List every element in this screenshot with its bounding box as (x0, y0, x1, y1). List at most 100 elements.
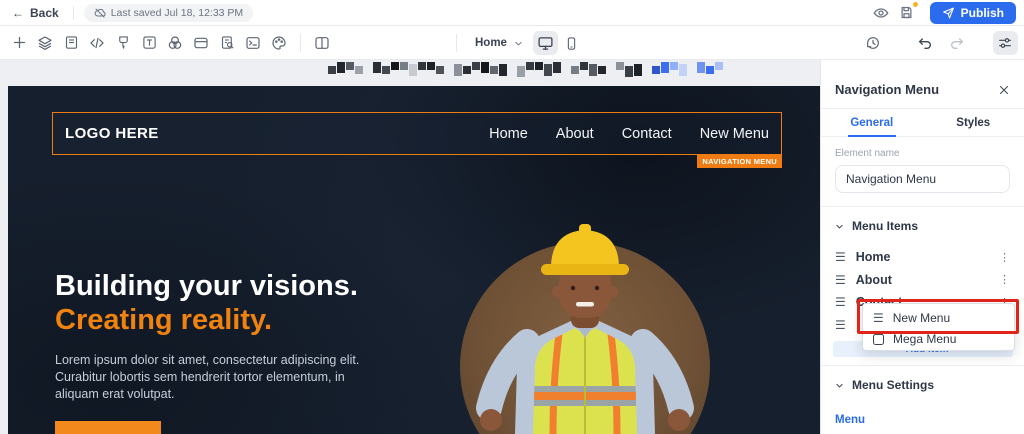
chevron-down-icon (514, 39, 523, 48)
desktop-icon (537, 35, 554, 52)
theme-button[interactable] (267, 31, 292, 55)
drag-handle-icon[interactable]: ☰ (835, 274, 846, 286)
settings-panel: Navigation Menu General Styles Element n… (820, 60, 1024, 434)
back-button[interactable]: ← Back (8, 6, 63, 20)
toolbar-right-group (860, 30, 1018, 55)
tab-styles[interactable]: Styles (923, 109, 1024, 136)
redo-button[interactable] (945, 31, 970, 55)
find-asset-button[interactable] (215, 31, 240, 55)
panel-tabs: General Styles (821, 109, 1024, 137)
censored-breadcrumb (328, 62, 723, 78)
site-nav-link-contact[interactable]: Contact (622, 126, 672, 142)
menu-settings-section: Menu Settings (821, 366, 1024, 392)
redo-icon (949, 35, 965, 51)
last-saved-status: Last saved Jul 18, 12:33 PM (83, 3, 254, 22)
style-brush-button[interactable] (111, 31, 136, 55)
site-nav-links: Home About Contact New Menu (489, 126, 769, 142)
menu-items-section-header[interactable]: Menu Items (835, 219, 1010, 233)
menu-settings-section-header[interactable]: Menu Settings (835, 378, 1010, 392)
terminal-icon (245, 35, 261, 51)
browser-card-icon (193, 35, 209, 51)
divider (72, 5, 74, 20)
popup-option-new-menu[interactable]: ☰ New Menu (863, 304, 1014, 332)
kebab-menu-icon[interactable]: ⋮ (999, 273, 1010, 286)
sliders-icon (997, 35, 1013, 51)
editor-area: LOGO HERE Home About Contact New Menu NA… (0, 60, 1024, 434)
card-button[interactable] (189, 31, 214, 55)
book-a-call-button[interactable]: BOOK A CALL (55, 421, 161, 434)
hero-heading-line2[interactable]: Creating reality. (55, 303, 400, 337)
cloud-off-icon (94, 7, 106, 19)
send-icon (942, 6, 955, 19)
last-saved-text: Last saved Jul 18, 12:33 PM (110, 6, 244, 19)
hero-copy: Building your visions. Creating reality.… (55, 269, 400, 403)
split-columns-icon (314, 35, 330, 51)
panel-toggle-button[interactable] (310, 31, 335, 55)
site-nav-link-new-menu[interactable]: New Menu (700, 126, 769, 142)
drag-handle-icon[interactable]: ☰ (835, 251, 846, 263)
chevron-down-icon (835, 222, 844, 231)
pages-button[interactable] (59, 31, 84, 55)
back-arrow-icon: ← (12, 5, 24, 20)
desktop-view-button[interactable] (533, 31, 559, 55)
menu-item-type-popup: ☰ New Menu Mega Menu (862, 303, 1015, 351)
element-name-field: Element name (821, 137, 1024, 206)
page-selector-dropdown[interactable]: Home (465, 37, 533, 49)
history-button[interactable] (861, 31, 886, 55)
site-logo[interactable]: LOGO HERE (65, 125, 159, 142)
save-version-button[interactable] (894, 0, 920, 23)
preview-button[interactable] (868, 3, 894, 23)
phone-icon (564, 36, 579, 51)
mobile-view-button[interactable] (559, 31, 584, 55)
add-element-button[interactable] (7, 31, 32, 55)
divider (300, 33, 301, 52)
text-icon (142, 35, 157, 50)
code-icon (89, 35, 105, 51)
console-button[interactable] (241, 31, 266, 55)
site-nav-link-about[interactable]: About (556, 126, 594, 142)
site-nav-link-home[interactable]: Home (489, 126, 528, 142)
undo-button[interactable] (913, 31, 938, 55)
drag-handle-icon[interactable]: ☰ (835, 319, 846, 331)
palette-icon (271, 35, 287, 51)
save-icon (899, 5, 914, 20)
layers-button[interactable] (33, 31, 58, 55)
menu-settings-menu-label[interactable]: Menu (835, 414, 1024, 426)
close-icon[interactable] (998, 84, 1010, 96)
notification-dot (911, 0, 919, 8)
drag-handle-icon[interactable]: ☰ (835, 296, 846, 308)
code-button[interactable] (85, 31, 110, 55)
divider (456, 34, 457, 52)
popup-option-mega-menu[interactable]: Mega Menu (863, 332, 1014, 350)
panel-title: Navigation Menu (835, 82, 940, 97)
clock-history-icon (865, 35, 881, 51)
editor-toolbar: Home (0, 26, 1024, 60)
selection-label-tag: NAVIGATION MENU (697, 155, 782, 168)
kebab-menu-icon[interactable]: ⋮ (999, 251, 1010, 264)
chevron-down-icon (835, 381, 844, 390)
typography-button[interactable] (137, 31, 162, 55)
website-nav-bar[interactable]: LOGO HERE Home About Contact New Menu NA… (52, 112, 782, 168)
venn-circles-icon (167, 35, 183, 51)
toolbar-center-group: Home (448, 26, 585, 60)
tab-general[interactable]: General (821, 109, 923, 137)
menu-item-row-about[interactable]: ☰ About ⋮ (835, 269, 1010, 292)
hero-heading-line1[interactable]: Building your visions. (55, 269, 400, 303)
shapes-button[interactable] (163, 31, 188, 55)
page-icon (64, 35, 79, 50)
eye-icon (873, 5, 889, 21)
settings-panel-button[interactable] (992, 30, 1018, 55)
document-search-icon (220, 35, 235, 50)
menu-item-row-home[interactable]: ☰ Home ⋮ (835, 246, 1010, 269)
layers-icon (37, 35, 53, 51)
mega-menu-checkbox[interactable] (873, 333, 884, 345)
hero-paragraph[interactable]: Lorem ipsum dolor sit amet, consectetur … (55, 352, 385, 403)
panel-header: Navigation Menu (821, 60, 1024, 108)
construction-worker-photo (476, 224, 694, 434)
element-name-input[interactable] (835, 165, 1010, 193)
undo-icon (917, 35, 933, 51)
plus-icon (12, 35, 27, 50)
paint-brush-icon (116, 35, 131, 50)
site-canvas[interactable]: LOGO HERE Home About Contact New Menu NA… (8, 86, 820, 434)
publish-button[interactable]: Publish (929, 1, 1016, 24)
